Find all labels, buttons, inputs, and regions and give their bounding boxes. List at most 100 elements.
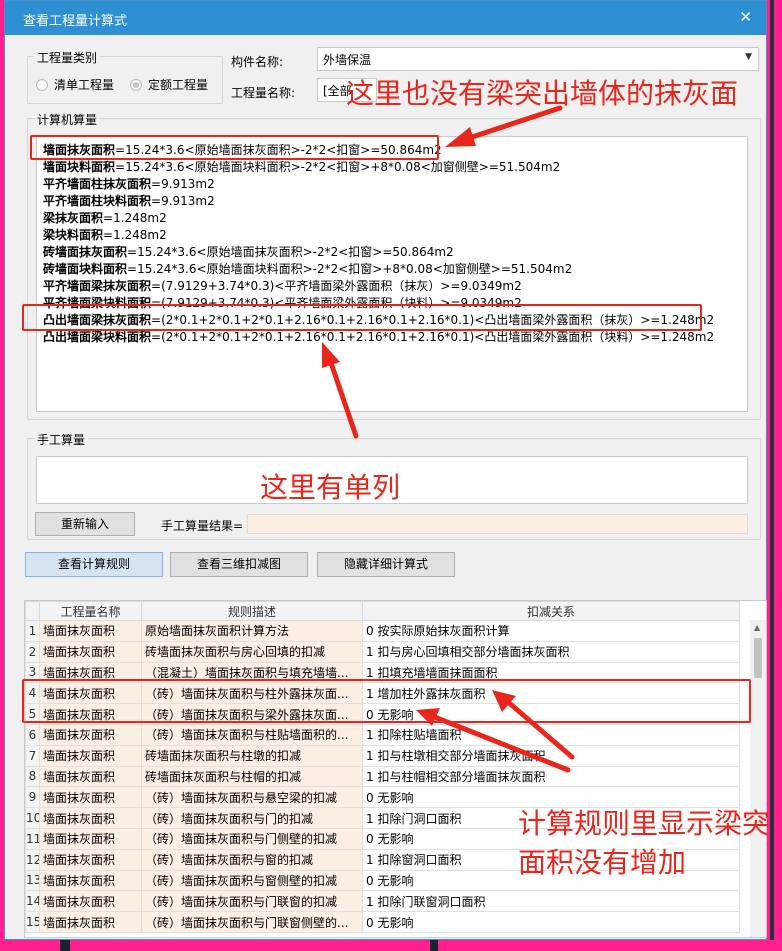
row-index[interactable]: 15 — [25, 911, 40, 933]
annotation-top-text: 这里也没有梁突出墙体的抹灰面 — [346, 77, 739, 110]
row-rel[interactable]: 0 无影响 — [362, 911, 740, 933]
table-header-row: 工程量名称 规则描述 扣减关系 — [25, 601, 740, 621]
row-rel[interactable]: 0 无影响 — [362, 786, 740, 809]
row-desc[interactable]: （砖）墙面抹灰面积与门联窗的扣减 — [141, 890, 363, 913]
row-name[interactable]: 墙面抹灰面积 — [39, 744, 142, 767]
table-row[interactable]: 8 墙面抹灰面积 砖墙面抹灰面积与柱帽的扣减 1 扣与柱帽相交部分墙面抹灰面积 — [25, 765, 740, 788]
row-index[interactable]: 10 — [25, 807, 40, 829]
calc-line-name: 平齐墙面柱抹灰面积 — [43, 177, 152, 191]
annotation-box-rules-rows — [22, 679, 751, 723]
radio-bill-quantity[interactable]: 清单工程量 — [36, 76, 114, 93]
calc-line: 平齐墙面梁抹灰面积=(7.9129+3.74*0.3)<平齐墙面梁外露面积（抹灰… — [43, 278, 714, 295]
scroll-up-icon[interactable]: ▲ — [754, 623, 760, 632]
row-index[interactable]: 8 — [25, 765, 40, 788]
calc-line-formula: =15.24*3.6<原始墙面抹灰面积>-2*2<扣窗>=50.864m2 — [127, 245, 454, 259]
calc-line-name: 梁块料面积 — [43, 228, 104, 242]
annotation-bottom-line2: 面积没有增加 — [518, 846, 687, 879]
radio-norm-quantity[interactable]: 定额工程量 — [130, 76, 208, 93]
component-select[interactable]: 外墙保温 ▼ — [317, 47, 759, 71]
row-index[interactable]: 6 — [25, 723, 40, 746]
row-desc[interactable]: （砖）墙面抹灰面积与柱贴墙面积的... — [141, 723, 363, 746]
annotation-middle-text: 这里有单列 — [260, 471, 401, 504]
desktop-background-bottom — [0, 940, 782, 951]
hide-detail-button[interactable]: 隐藏详细计算式 — [317, 552, 455, 577]
row-rel[interactable]: 1 扣除门联窗洞口面积 — [362, 890, 740, 913]
manual-calc-legend: 手工算量 — [34, 431, 89, 448]
row-name[interactable]: 墙面抹灰面积 — [39, 723, 142, 746]
row-desc[interactable]: 砖墙面抹灰面积与房心回填的扣减 — [141, 640, 363, 663]
row-desc[interactable]: （砖）墙面抹灰面积与悬空梁的扣减 — [141, 786, 363, 809]
close-icon[interactable]: ✕ — [739, 8, 752, 26]
row-index[interactable]: 12 — [25, 848, 40, 871]
scroll-thumb[interactable] — [754, 638, 762, 678]
view-3d-button[interactable]: 查看三维扣减图 — [170, 552, 308, 577]
calc-line: 砖墙面块料面积=15.24*3.6<原始墙面块料面积>-2*2<扣窗>+8*0.… — [43, 261, 714, 278]
row-index[interactable]: 13 — [25, 869, 40, 892]
view-rules-button[interactable]: 查看计算规则 — [25, 552, 163, 577]
row-index[interactable]: 1 — [25, 620, 40, 642]
calc-line-formula: =15.24*3.6<原始墙面块料面积>-2*2<扣窗>+8*0.08<加窗侧壁… — [127, 262, 573, 276]
calc-line: 平齐墙面柱块料面积=9.913m2 — [43, 193, 714, 210]
row-desc[interactable]: 砖墙面抹灰面积与柱墩的扣减 — [141, 744, 363, 767]
row-desc[interactable]: （砖）墙面抹灰面积与门联窗侧壁的... — [141, 911, 363, 933]
row-index[interactable]: 14 — [25, 890, 40, 913]
table-row[interactable]: 2 墙面抹灰面积 砖墙面抹灰面积与房心回填的扣减 1 扣与房心回填相交部分墙面抹灰面积 — [25, 640, 740, 663]
row-index[interactable]: 11 — [25, 827, 40, 850]
calc-line-formula: =9.913m2 — [151, 194, 215, 208]
header-desc[interactable]: 规则描述 — [141, 601, 363, 621]
row-desc[interactable]: （砖）墙面抹灰面积与门的扣减 — [141, 807, 363, 829]
row-rel[interactable]: 1 扣除柱贴墙面积 — [362, 723, 740, 746]
component-label: 构件名称: — [231, 55, 284, 69]
manual-result-field[interactable] — [247, 514, 748, 534]
row-name[interactable]: 墙面抹灰面积 — [39, 890, 142, 913]
calc-line: 平齐墙面柱抹灰面积=9.913m2 — [43, 176, 714, 193]
table-row[interactable]: 14墙面抹灰面积（砖）墙面抹灰面积与门联窗的扣减1 扣除门联窗洞口面积 — [25, 890, 740, 913]
row-rel[interactable]: 0 按实际原始抹灰面积计算 — [362, 620, 740, 642]
table-row[interactable]: 7 墙面抹灰面积 砖墙面抹灰面积与柱墩的扣减 1 扣与柱墩相交部分墙面抹灰面积 — [25, 744, 740, 767]
table-row[interactable]: 1 墙面抹灰面积 原始墙面抹灰面积计算方法 0 按实际原始抹灰面积计算 — [25, 620, 740, 642]
radio-label: 清单工程量 — [54, 78, 115, 92]
header-rel[interactable]: 扣减关系 — [362, 601, 740, 621]
row-name[interactable]: 墙面抹灰面积 — [39, 786, 142, 809]
row-index[interactable]: 9 — [25, 786, 40, 809]
row-name[interactable]: 墙面抹灰面积 — [39, 848, 142, 871]
table-row[interactable]: 9 墙面抹灰面积 （砖）墙面抹灰面积与悬空梁的扣减 0 无影响 — [25, 786, 740, 809]
table-row[interactable]: 6 墙面抹灰面积 （砖）墙面抹灰面积与柱贴墙面积的... 1 扣除柱贴墙面积 — [25, 723, 740, 746]
calc-line-formula: =1.248m2 — [103, 228, 167, 242]
calc-line-formula: =(7.9129+3.74*0.3)<平齐墙面梁外露面积（抹灰）>=9.0349… — [151, 279, 522, 293]
row-index[interactable]: 2 — [25, 640, 40, 663]
row-rel[interactable]: 1 扣与柱帽相交部分墙面抹灰面积 — [362, 765, 740, 788]
computer-calc-text[interactable]: 墙面抹灰面积=15.24*3.6<原始墙面抹灰面积>-2*2<扣窗>=50.86… — [36, 136, 748, 412]
category-groupbox: 工程量类别 清单工程量 定额工程量 — [27, 49, 223, 104]
row-desc[interactable]: （砖）墙面抹灰面积与窗侧壁的扣减 — [141, 869, 363, 892]
row-desc[interactable]: 砖墙面抹灰面积与柱帽的扣减 — [141, 765, 363, 788]
row-desc[interactable]: （砖）墙面抹灰面积与窗的扣减 — [141, 848, 363, 871]
header-index — [25, 601, 40, 621]
row-desc[interactable]: （砖）墙面抹灰面积与门侧壁的扣减 — [141, 827, 363, 850]
row-rel[interactable]: 1 扣与柱墩相交部分墙面抹灰面积 — [362, 744, 740, 767]
table-row[interactable]: 15墙面抹灰面积（砖）墙面抹灰面积与门联窗侧壁的...0 无影响 — [25, 911, 740, 933]
calc-line-name: 墙面块料面积 — [43, 160, 116, 174]
row-name[interactable]: 墙面抹灰面积 — [39, 640, 142, 663]
component-value: 外墙保温 — [323, 53, 372, 67]
calc-line-name: 凸出墙面梁块料面积 — [43, 330, 152, 344]
row-desc[interactable]: 原始墙面抹灰面积计算方法 — [141, 620, 363, 642]
row-name[interactable]: 墙面抹灰面积 — [39, 807, 142, 829]
calc-line: 梁抹灰面积=1.248m2 — [43, 210, 714, 227]
row-name[interactable]: 墙面抹灰面积 — [39, 869, 142, 892]
calc-line: 墙面块料面积=15.24*3.6<原始墙面块料面积>-2*2<扣窗>+8*0.0… — [43, 159, 714, 176]
title-bar: 查看工程量计算式 ✕ — [5, 1, 766, 35]
calc-line-name: 平齐墙面梁抹灰面积 — [43, 279, 152, 293]
row-name[interactable]: 墙面抹灰面积 — [39, 911, 142, 933]
calc-line: 凸出墙面梁块料面积=(2*0.1+2*0.1+2*0.1+2.16*0.1+2.… — [43, 329, 714, 346]
reenter-button[interactable]: 重新输入 — [35, 512, 135, 536]
manual-result-label: 手工算量结果= — [161, 519, 244, 533]
table-scrollbar[interactable]: ▲ — [750, 620, 766, 937]
row-index[interactable]: 7 — [25, 744, 40, 767]
calc-line-formula: =15.24*3.6<原始墙面块料面积>-2*2<扣窗>+8*0.08<加窗侧壁… — [115, 160, 561, 174]
header-name[interactable]: 工程量名称 — [39, 601, 142, 621]
row-name[interactable]: 墙面抹灰面积 — [39, 765, 142, 788]
row-name[interactable]: 墙面抹灰面积 — [39, 827, 142, 850]
row-rel[interactable]: 1 扣与房心回填相交部分墙面抹灰面积 — [362, 640, 740, 663]
row-name[interactable]: 墙面抹灰面积 — [39, 620, 142, 642]
